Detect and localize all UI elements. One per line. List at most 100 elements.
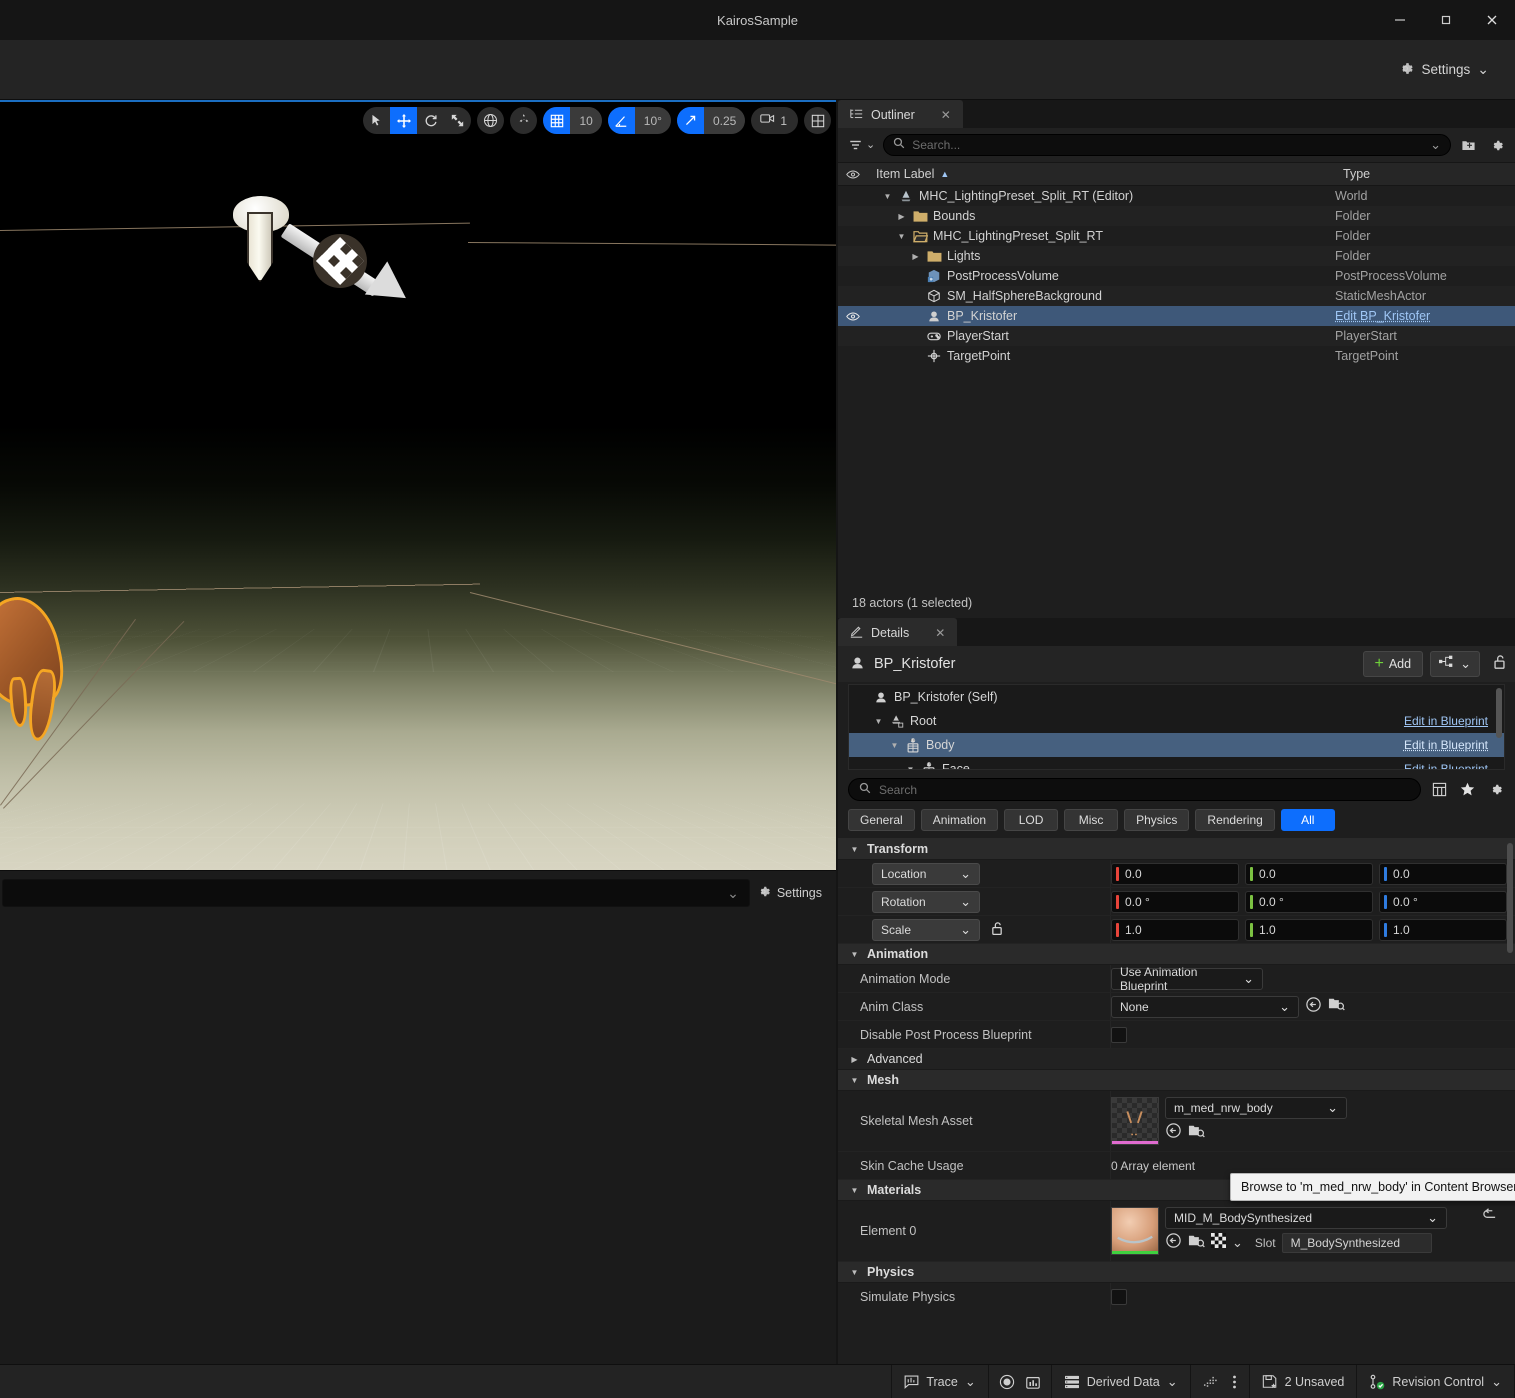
location-dropdown[interactable]: Location ⌄ bbox=[872, 863, 980, 885]
skeletal-mesh-asset-dropdown[interactable]: m_med_nrw_body ⌄ bbox=[1165, 1097, 1347, 1119]
location-axis-z[interactable]: 0.0 bbox=[1379, 863, 1507, 885]
unlocked-padlock-icon[interactable] bbox=[1492, 654, 1507, 675]
chevron-down-icon[interactable]: ⌄ bbox=[1232, 1239, 1243, 1247]
column-type[interactable]: Type bbox=[1335, 167, 1515, 181]
maximize-button[interactable] bbox=[1423, 0, 1469, 40]
filter-chip-animation[interactable]: Animation bbox=[921, 809, 998, 831]
outliner-row[interactable]: ▼ MHC_LightingPreset_Split_RT Folder bbox=[838, 226, 1515, 246]
tab-outliner[interactable]: Outliner ✕ bbox=[838, 100, 963, 128]
properties-scrollbar[interactable] bbox=[1507, 843, 1513, 953]
material-dropdown[interactable]: MID_M_BodySynthesized ⌄ bbox=[1165, 1207, 1447, 1229]
kebab-menu-icon[interactable] bbox=[1232, 1374, 1237, 1390]
skeletal-mesh-thumbnail[interactable] bbox=[1111, 1097, 1159, 1145]
expander-icon[interactable]: ▼ bbox=[873, 717, 884, 726]
angle-snap-value[interactable]: 10° bbox=[635, 107, 671, 134]
select-tool-button[interactable] bbox=[363, 107, 390, 134]
edit-in-blueprint-link[interactable]: Edit in Blueprint bbox=[1404, 762, 1488, 770]
status-derived-data[interactable]: Derived Data ⌄ bbox=[1051, 1365, 1190, 1398]
location-axis-y[interactable]: 0.0 bbox=[1245, 863, 1373, 885]
section-mesh[interactable]: ▼ Mesh bbox=[838, 1070, 1515, 1091]
column-layout-icon[interactable] bbox=[1429, 780, 1449, 800]
expander-icon[interactable]: ▼ bbox=[889, 741, 900, 750]
filter-funnel-icon[interactable]: ⌄ bbox=[846, 138, 877, 152]
performance-icon[interactable] bbox=[1203, 1375, 1218, 1389]
expander-icon[interactable]: ▶ bbox=[910, 252, 921, 261]
level-viewport[interactable]: 10 10° 0.25 1 bbox=[0, 100, 836, 870]
filter-chip-all[interactable]: All bbox=[1281, 809, 1335, 831]
settings-button[interactable]: Settings ⌄ bbox=[1387, 54, 1499, 86]
transform-gizmo[interactable] bbox=[225, 212, 405, 322]
component-tree-row[interactable]: ▼ Face Edit in Blueprint bbox=[849, 757, 1504, 770]
material-slot-value[interactable]: M_BodySynthesized bbox=[1282, 1233, 1432, 1253]
disable-ppbp-checkbox[interactable] bbox=[1111, 1027, 1127, 1043]
component-tree-row[interactable]: ▼ Root Edit in Blueprint bbox=[849, 709, 1504, 733]
animation-mode-dropdown[interactable]: Use Animation Blueprint ⌄ bbox=[1111, 968, 1263, 990]
add-component-button[interactable]: + Add bbox=[1363, 651, 1424, 677]
outliner-row[interactable]: PlayerStart PlayerStart bbox=[838, 326, 1515, 346]
outliner-row[interactable]: ▼ MHC_LightingPreset_Split_RT (Editor) Wor… bbox=[838, 186, 1515, 206]
browse-content-icon[interactable] bbox=[1188, 1233, 1205, 1254]
expander-icon[interactable]: ▶ bbox=[896, 212, 907, 221]
scale-tool-button[interactable] bbox=[444, 107, 471, 134]
expander-icon[interactable]: ▼ bbox=[905, 765, 916, 771]
column-item-label[interactable]: Item Label ▲ bbox=[868, 167, 1335, 181]
browse-content-icon[interactable] bbox=[1188, 1123, 1205, 1144]
minimize-button[interactable] bbox=[1377, 0, 1423, 40]
section-transform[interactable]: ▼ Transform bbox=[838, 839, 1515, 860]
filter-chip-misc[interactable]: Misc bbox=[1064, 809, 1118, 831]
location-axis-x[interactable]: 0.0 bbox=[1111, 863, 1239, 885]
outliner-row[interactable]: ▶ Bounds Folder bbox=[838, 206, 1515, 226]
expander-icon[interactable]: ▼ bbox=[896, 232, 907, 241]
gear-icon[interactable] bbox=[1485, 134, 1507, 156]
close-icon[interactable]: ✕ bbox=[941, 108, 951, 122]
anim-class-dropdown[interactable]: None ⌄ bbox=[1111, 996, 1299, 1018]
world-globe-icon[interactable] bbox=[477, 107, 504, 134]
outliner-search-input[interactable] bbox=[912, 138, 1423, 152]
scale-axis-x[interactable]: 1.0 bbox=[1111, 919, 1239, 941]
gizmo-axis-up[interactable] bbox=[247, 212, 273, 282]
angle-snap-toggle[interactable] bbox=[608, 107, 635, 134]
material-thumbnail[interactable] bbox=[1111, 1207, 1159, 1255]
rotation-axis-z[interactable]: 0.0 ° bbox=[1379, 891, 1507, 913]
section-animation[interactable]: ▼ Animation bbox=[838, 944, 1515, 965]
outliner-row[interactable]: ▶ Lights Folder bbox=[838, 246, 1515, 266]
status-revision-control[interactable]: Revision Control ⌄ bbox=[1356, 1365, 1515, 1398]
filter-chip-lod[interactable]: LOD bbox=[1004, 809, 1058, 831]
row-visibility-eye-icon[interactable] bbox=[838, 311, 868, 322]
section-advanced[interactable]: ▶ Advanced bbox=[838, 1049, 1515, 1070]
rotate-tool-button[interactable] bbox=[417, 107, 444, 134]
record-icon[interactable] bbox=[999, 1374, 1015, 1390]
simulate-physics-checkbox[interactable] bbox=[1111, 1289, 1127, 1305]
scale-lock-icon[interactable] bbox=[990, 921, 1004, 939]
expander-icon[interactable]: ▶ bbox=[849, 1055, 860, 1064]
browse-back-icon[interactable] bbox=[1165, 1232, 1182, 1254]
grid-snap-value[interactable]: 10 bbox=[570, 107, 601, 134]
filter-chip-general[interactable]: General bbox=[848, 809, 915, 831]
browse-content-icon[interactable] bbox=[1328, 996, 1345, 1017]
new-folder-icon[interactable] bbox=[1457, 134, 1479, 156]
close-icon[interactable]: ✕ bbox=[935, 626, 945, 640]
scale-axis-z[interactable]: 1.0 bbox=[1379, 919, 1507, 941]
bottom-settings-button[interactable]: Settings bbox=[756, 884, 836, 902]
visibility-eye-icon[interactable] bbox=[838, 169, 868, 180]
tab-details[interactable]: Details ✕ bbox=[838, 618, 957, 646]
browse-back-icon[interactable] bbox=[1305, 996, 1322, 1018]
status-trace[interactable]: Trace ⌄ bbox=[891, 1365, 987, 1398]
component-tree-row[interactable]: ▼ Body Edit in Blueprint bbox=[849, 733, 1504, 757]
move-tool-button[interactable] bbox=[390, 107, 417, 134]
rotation-dropdown[interactable]: Rotation ⌄ bbox=[872, 891, 980, 913]
section-physics[interactable]: ▼ Physics bbox=[838, 1262, 1515, 1283]
scale-dropdown[interactable]: Scale ⌄ bbox=[872, 919, 980, 941]
bottom-combo[interactable]: ⌄ bbox=[2, 879, 750, 907]
status-perf-group[interactable] bbox=[1190, 1365, 1249, 1398]
reset-arrow-icon[interactable] bbox=[1482, 1207, 1507, 1226]
scale-snap-value[interactable]: 0.25 bbox=[704, 107, 745, 134]
outliner-row[interactable]: SM_HalfSphereBackground StaticMeshActor bbox=[838, 286, 1515, 306]
camera-speed-group[interactable]: 1 bbox=[751, 107, 798, 134]
rotation-axis-x[interactable]: 0.0 ° bbox=[1111, 891, 1239, 913]
scale-axis-y[interactable]: 1.0 bbox=[1245, 919, 1373, 941]
edit-in-blueprint-link[interactable]: Edit in Blueprint bbox=[1404, 738, 1488, 752]
expander-icon[interactable]: ▼ bbox=[882, 192, 893, 201]
expander-icon[interactable]: ▼ bbox=[849, 1268, 860, 1277]
outliner-row[interactable]: BP_Kristofer Edit BP_Kristofer bbox=[838, 306, 1515, 326]
